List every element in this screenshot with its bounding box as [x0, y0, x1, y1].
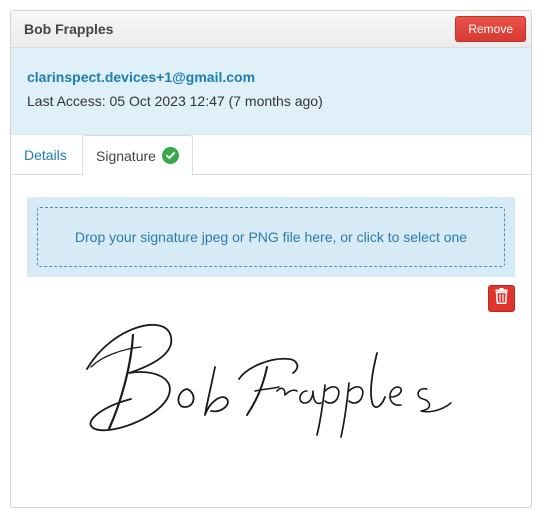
- trash-icon: [495, 288, 508, 309]
- remove-button[interactable]: Remove: [455, 16, 526, 42]
- tab-details-label: Details: [24, 146, 67, 163]
- tab-signature[interactable]: Signature: [82, 135, 193, 176]
- panel-header: Bob Frapples Remove: [11, 11, 531, 48]
- signature-dropzone-area: Drop your signature jpeg or PNG file her…: [27, 197, 515, 277]
- tab-bar: Details Signature: [11, 135, 531, 176]
- user-name: Bob Frapples: [24, 21, 114, 37]
- tab-signature-label: Signature: [96, 147, 156, 164]
- check-circle-icon: [161, 147, 179, 164]
- user-email: clarinspect.devices+1@gmail.com: [27, 69, 256, 85]
- last-access-text: Last Access: 05 Oct 2023 12:47 (7 months…: [27, 93, 323, 109]
- tab-details[interactable]: Details: [24, 135, 67, 174]
- user-panel: Bob Frapples Remove clarinspect.devices+…: [10, 10, 532, 508]
- user-info: clarinspect.devices+1@gmail.com Last Acc…: [11, 48, 531, 135]
- dropzone-text: Drop your signature jpeg or PNG file her…: [74, 229, 468, 245]
- signature-image: [86, 323, 452, 438]
- delete-signature-button[interactable]: [488, 285, 515, 312]
- signature-dropzone[interactable]: Drop your signature jpeg or PNG file her…: [37, 207, 505, 267]
